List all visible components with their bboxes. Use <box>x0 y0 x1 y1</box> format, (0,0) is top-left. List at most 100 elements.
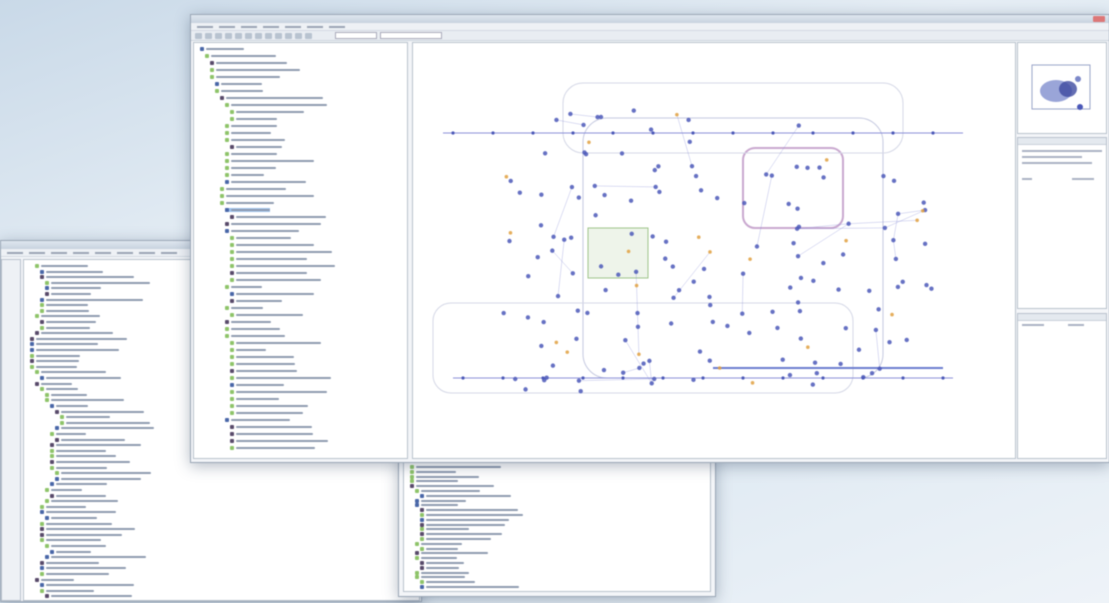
graph-node[interactable] <box>891 178 897 184</box>
graph-node[interactable] <box>637 352 641 357</box>
graph-node[interactable] <box>670 264 676 269</box>
graph-node[interactable] <box>508 178 513 184</box>
toolbar-button[interactable] <box>245 32 252 39</box>
graph-node[interactable] <box>663 239 669 244</box>
tree-item[interactable] <box>410 465 501 469</box>
graph-node[interactable] <box>817 165 822 170</box>
tree-item[interactable] <box>225 285 262 289</box>
tree-item[interactable] <box>40 521 112 526</box>
graph-node[interactable] <box>920 208 925 213</box>
tree-item[interactable] <box>230 110 304 114</box>
tree-item[interactable] <box>45 286 101 291</box>
graph-node[interactable] <box>924 282 929 288</box>
tree-item[interactable] <box>230 243 314 247</box>
tree-item[interactable] <box>230 390 327 394</box>
graph-node[interactable] <box>583 152 589 157</box>
tree-item[interactable] <box>230 376 331 380</box>
graph-node[interactable] <box>598 264 604 269</box>
graph-node[interactable] <box>550 248 555 253</box>
axis-node[interactable] <box>491 131 495 135</box>
properties-panel[interactable] <box>1017 137 1107 309</box>
tree-item[interactable] <box>230 362 295 366</box>
graph-node[interactable] <box>891 238 896 243</box>
graph-node[interactable] <box>581 122 586 128</box>
graph-node[interactable] <box>507 238 512 244</box>
tree-item[interactable] <box>420 522 505 527</box>
graph-node[interactable] <box>840 252 846 257</box>
graph-node[interactable] <box>689 163 695 169</box>
tree-item[interactable] <box>420 580 475 585</box>
tree-item[interactable] <box>40 532 122 537</box>
graph-node[interactable] <box>693 173 699 179</box>
menu-item[interactable] <box>29 251 45 254</box>
graph-node[interactable] <box>795 206 800 211</box>
graph-node[interactable] <box>592 183 597 189</box>
tree-item[interactable] <box>230 236 291 240</box>
graph-node[interactable] <box>701 266 707 272</box>
graph-node[interactable] <box>821 175 826 180</box>
tree-item[interactable] <box>225 166 276 170</box>
axis-node[interactable] <box>541 376 545 380</box>
graph-node[interactable] <box>710 319 716 325</box>
graph-node[interactable] <box>652 167 657 173</box>
tree-item[interactable] <box>230 383 284 387</box>
tree-item[interactable] <box>420 508 518 513</box>
graph-node[interactable] <box>568 235 574 240</box>
main-window-titlebar[interactable] <box>191 15 1109 23</box>
tree-item[interactable] <box>50 443 141 448</box>
tree-item[interactable] <box>230 313 303 317</box>
graph-node[interactable] <box>648 127 654 132</box>
graph-node[interactable] <box>873 327 879 333</box>
tree-item[interactable] <box>230 278 321 282</box>
network-graph[interactable] <box>413 43 1015 458</box>
details-panel[interactable] <box>1017 313 1107 459</box>
graph-node[interactable] <box>707 294 712 300</box>
graph-node[interactable] <box>578 389 583 394</box>
tree-item[interactable] <box>415 570 469 575</box>
graph-node[interactable] <box>562 237 567 242</box>
tree-item[interactable] <box>225 138 285 142</box>
tree-item[interactable] <box>420 537 491 541</box>
tree-item[interactable] <box>200 47 244 51</box>
axis-node[interactable] <box>451 131 455 135</box>
graph-node[interactable] <box>763 172 769 177</box>
main-window-toolbar[interactable] <box>191 31 1109 41</box>
menu-item[interactable] <box>161 251 177 254</box>
graph-node[interactable] <box>691 377 696 383</box>
tree-item[interactable] <box>30 342 98 347</box>
tree-item[interactable] <box>410 479 458 484</box>
tree-item[interactable] <box>225 103 327 107</box>
tree-item[interactable] <box>410 469 456 474</box>
graph-node[interactable] <box>786 201 791 207</box>
axis-node[interactable] <box>931 131 935 135</box>
graph-node[interactable] <box>513 376 518 382</box>
tree-item[interactable] <box>230 271 307 275</box>
menu-item[interactable] <box>329 25 345 28</box>
graph-node[interactable] <box>508 231 513 235</box>
axis-node[interactable] <box>501 376 505 380</box>
toolbar-button[interactable] <box>205 32 212 39</box>
tree-item[interactable] <box>220 187 286 191</box>
graph-node[interactable] <box>877 366 882 371</box>
graph-node[interactable] <box>844 238 848 243</box>
tree-item[interactable] <box>35 370 106 375</box>
axis-node[interactable] <box>531 131 535 135</box>
tree-item[interactable] <box>225 173 264 177</box>
tree-item[interactable] <box>50 432 86 436</box>
menu-item[interactable] <box>241 25 257 28</box>
graph-node[interactable] <box>697 349 703 354</box>
tree-item[interactable] <box>40 566 126 571</box>
tree-item[interactable] <box>45 292 91 296</box>
toolbar-button[interactable] <box>255 32 262 39</box>
graph-node[interactable] <box>869 371 875 376</box>
tree-item[interactable] <box>420 546 458 551</box>
graph-node[interactable] <box>576 378 582 383</box>
tree-item[interactable] <box>50 465 107 470</box>
tree-item[interactable] <box>210 61 287 65</box>
tree-item[interactable] <box>230 369 297 373</box>
tree-item[interactable] <box>230 145 282 149</box>
graph-node[interactable] <box>895 211 901 217</box>
axis-node[interactable] <box>901 376 905 380</box>
graph-node[interactable] <box>555 293 561 299</box>
tree-item[interactable] <box>55 471 151 476</box>
